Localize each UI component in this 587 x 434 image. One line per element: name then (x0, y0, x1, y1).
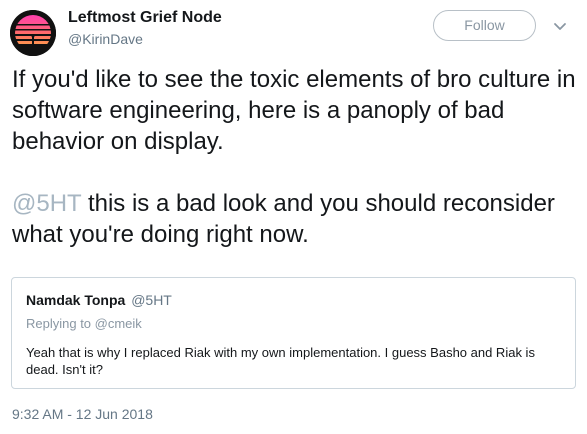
chevron-down-icon[interactable] (551, 17, 569, 35)
tweet-paragraph-1: If you'd like to see the toxic elements … (12, 66, 576, 155)
quoted-tweet-text: Yeah that is why I replaced Riak with my… (26, 345, 535, 377)
author-handle[interactable]: @KirinDave (68, 31, 143, 47)
sunset-avatar-icon (10, 10, 56, 56)
tweet-text: If you'd like to see the toxic elements … (12, 64, 577, 250)
follow-button[interactable]: Follow (433, 10, 536, 41)
author-display-name[interactable]: Leftmost Grief Node (68, 9, 222, 27)
tweet-paragraph-2: @5HT this is a bad look and you should r… (12, 188, 577, 250)
tweet-card: Leftmost Grief Node @KirinDave Follow If… (0, 0, 587, 434)
quoted-tweet[interactable]: Namdak Tonpa @5HT Replying to @cmeik Yea… (11, 277, 576, 389)
mention-link[interactable]: @5HT (12, 190, 81, 217)
tweet-paragraph-2-text: this is a bad look and you should recons… (12, 190, 555, 248)
tweet-timestamp[interactable]: 9:32 AM - 12 Jun 2018 (12, 406, 153, 422)
quoted-author-handle: @5HT (131, 292, 172, 308)
quoted-author: Namdak Tonpa @5HT (26, 292, 172, 308)
quoted-author-name: Namdak Tonpa (26, 292, 126, 308)
quoted-replying-to: Replying to @cmeik (26, 316, 142, 331)
avatar[interactable] (10, 10, 56, 56)
